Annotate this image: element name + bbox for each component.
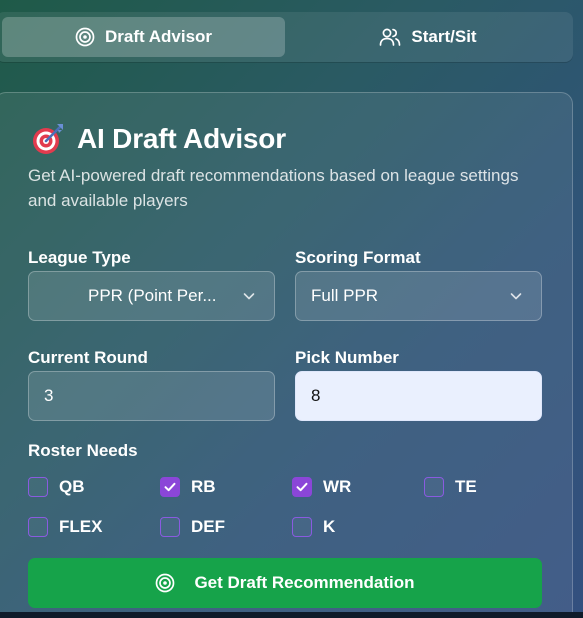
current-round-input[interactable]: 3 [28, 371, 275, 421]
checkbox[interactable] [292, 517, 312, 537]
pick-number-label: Pick Number [295, 348, 399, 367]
roster-needs-label: Roster Needs [28, 441, 138, 460]
checkbox[interactable] [28, 477, 48, 497]
league-type-select[interactable]: PPR (Point Per... [28, 271, 275, 321]
button-label: Get Draft Recommendation [194, 573, 415, 592]
target-icon [75, 27, 95, 47]
checkmark-icon [296, 482, 308, 492]
current-round-value: 3 [44, 386, 54, 405]
roster-need-def[interactable]: DEF [160, 517, 225, 537]
roster-need-k[interactable]: K [292, 517, 335, 537]
card-header: AI Draft Advisor [31, 122, 286, 156]
checkmark-icon [164, 482, 176, 492]
checkbox[interactable] [160, 517, 180, 537]
tab-draft-advisor[interactable]: Draft Advisor [2, 17, 285, 57]
checkbox-label: FLEX [59, 517, 103, 536]
roster-need-te[interactable]: TE [424, 477, 477, 497]
chevron-down-icon [243, 293, 255, 300]
checkbox[interactable] [28, 517, 48, 537]
target-icon [156, 573, 175, 593]
scoring-format-select[interactable]: Full PPR [295, 271, 542, 321]
scoring-format-value: Full PPR [311, 286, 379, 305]
tab-bar: Draft Advisor Start/Sit [0, 12, 573, 62]
roster-need-flex[interactable]: FLEX [28, 517, 102, 537]
checkbox-checked[interactable] [292, 477, 312, 497]
league-type-label: League Type [28, 248, 131, 267]
checkbox-label: K [323, 517, 336, 536]
page-subtitle: Get AI-powered draft recommendations bas… [28, 166, 519, 210]
bottom-edge [0, 612, 583, 618]
get-draft-recommendation-button[interactable]: Get Draft Recommendation [28, 558, 542, 608]
roster-need-rb[interactable]: RB [160, 477, 216, 497]
tab-label: Start/Sit [411, 27, 477, 46]
tab-label: Draft Advisor [104, 27, 213, 46]
checkbox-checked[interactable] [160, 477, 180, 497]
checkbox-label: DEF [191, 517, 225, 536]
pick-number-input[interactable]: 8 [295, 371, 542, 421]
checkbox-label: TE [455, 477, 477, 496]
chevron-down-icon [510, 293, 522, 300]
scoring-format-label: Scoring Format [295, 248, 421, 267]
checkbox-label: WR [323, 477, 352, 496]
checkbox-label: QB [59, 477, 85, 496]
checkbox[interactable] [424, 477, 444, 497]
current-round-label: Current Round [28, 348, 148, 367]
checkbox-label: RB [191, 477, 216, 496]
roster-need-wr[interactable]: WR [292, 477, 351, 497]
tab-start-sit[interactable]: Start/Sit [288, 17, 568, 57]
page-title: AI Draft Advisor [77, 123, 286, 154]
dart-target-icon [33, 124, 63, 154]
pick-number-value: 8 [311, 386, 321, 405]
users-icon [380, 28, 401, 46]
roster-need-qb[interactable]: QB [28, 477, 85, 497]
